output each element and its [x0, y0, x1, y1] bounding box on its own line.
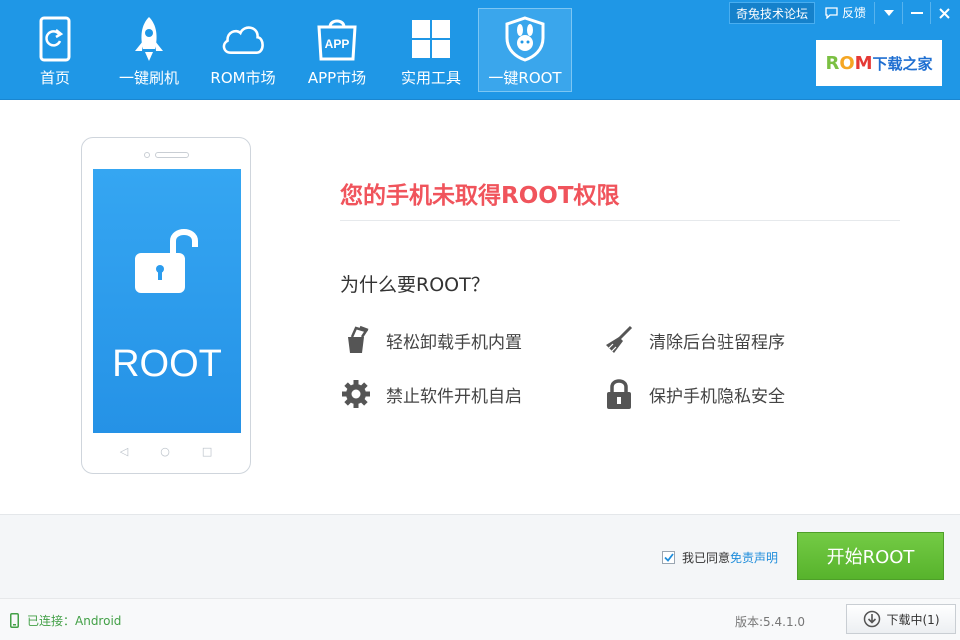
uninstall-icon	[340, 324, 372, 356]
brand-logo: R O M 下载之家	[816, 40, 942, 86]
download-icon	[863, 610, 880, 628]
why-root-heading: 为什么要ROOT？	[340, 274, 490, 296]
nav-item-tools[interactable]: 实用工具	[384, 8, 478, 92]
menu-dropdown-button[interactable]	[874, 2, 902, 24]
phone-camera	[144, 152, 150, 158]
window-controls: 奇兔技术论坛 反馈	[728, 2, 958, 24]
nav-label-flash: 一键刷机	[118, 69, 179, 87]
disclaimer-link[interactable]: 免责声明	[730, 549, 778, 566]
phone-screen-root-text: ROOT	[112, 343, 222, 385]
brand-logo-m: M	[854, 52, 873, 74]
feedback-button[interactable]: 反馈	[819, 2, 874, 24]
start-root-button[interactable]: 开始ROOT	[797, 532, 944, 580]
nav-label-home: 首页	[39, 69, 70, 87]
phone-connected-icon	[10, 613, 19, 628]
app-bag-icon: APP	[313, 15, 361, 63]
root-status-title: 您的手机未取得ROOT权限	[340, 183, 620, 209]
lock-icon	[603, 378, 635, 410]
feature-clean-background-label: 清除后台驻留程序	[649, 332, 785, 353]
rocket-icon	[125, 15, 173, 63]
chevron-down-icon	[883, 10, 894, 16]
checkmark-icon	[663, 553, 674, 562]
phone-illustration: ROOT ◁ ○ □	[81, 137, 251, 474]
feature-privacy: 保护手机隐私安全	[603, 378, 785, 410]
phone-speaker	[155, 152, 189, 158]
connection-status-text: 已连接：Android	[27, 614, 122, 628]
app-bag-icon-text: APP	[325, 37, 350, 51]
close-button[interactable]	[930, 2, 958, 24]
feature-privacy-label: 保护手机隐私安全	[649, 386, 785, 407]
phone-nav-keys: ◁ ○ □	[82, 445, 250, 459]
brand-logo-r: R	[825, 52, 840, 74]
minimize-icon	[910, 12, 923, 14]
feature-clean-background: 清除后台驻留程序	[603, 324, 785, 356]
feature-disable-autostart-label: 禁止软件开机自启	[386, 386, 522, 407]
nav-label-root: 一键ROOT	[488, 69, 562, 87]
divider	[340, 220, 900, 221]
agree-checkbox[interactable]	[662, 551, 675, 564]
status-bar: 已连接：Android 版本:5.4.1.0 下载中(1)	[0, 598, 960, 640]
brand-logo-o: O	[839, 52, 855, 74]
nav-label-app-market: APP市场	[307, 69, 367, 87]
action-bar: 我已同意 免责声明 开始ROOT	[0, 514, 960, 598]
nav-item-flash[interactable]: 一键刷机	[102, 8, 196, 92]
unlocked-padlock-icon	[135, 229, 198, 293]
feature-uninstall: 轻松卸载手机内置	[340, 324, 522, 356]
nav-label-rom-market: ROM市场	[210, 69, 276, 87]
nav-item-app-market[interactable]: APP APP市场	[290, 8, 384, 92]
recent-key-icon: □	[201, 445, 213, 458]
nav-item-home[interactable]: 首页	[8, 8, 102, 92]
main-nav: 首页 一键刷机 ROM市场 APP APP市场 实用工具 一键ROOT	[8, 8, 572, 92]
feedback-label: 反馈	[841, 6, 866, 20]
download-manager-button[interactable]: 下载中(1)	[846, 604, 956, 634]
nav-item-root[interactable]: 一键ROOT	[478, 8, 572, 92]
app-header: 首页 一键刷机 ROM市场 APP APP市场 实用工具 一键ROOT 奇兔技术…	[0, 0, 960, 100]
connection-status: 已连接：Android	[10, 612, 121, 629]
grid-tools-icon	[407, 15, 455, 63]
forum-link-button[interactable]: 奇兔技术论坛	[728, 2, 815, 24]
agreement-row: 我已同意 免责声明	[662, 549, 778, 566]
download-label: 下载中(1)	[886, 612, 940, 627]
minimize-button[interactable]	[902, 2, 930, 24]
home-key-icon: ○	[160, 445, 170, 458]
feedback-icon	[825, 7, 838, 19]
back-key-icon: ◁	[119, 445, 129, 458]
version-text: 版本:5.4.1.0	[735, 615, 806, 629]
nav-item-rom-market[interactable]: ROM市场	[196, 8, 290, 92]
feature-uninstall-label: 轻松卸载手机内置	[386, 332, 522, 353]
nav-label-tools: 实用工具	[400, 69, 461, 87]
cloud-icon	[219, 15, 267, 63]
root-shield-icon	[501, 15, 549, 63]
broom-icon	[603, 324, 635, 356]
close-icon	[939, 7, 950, 19]
home-icon	[31, 15, 79, 63]
phone-screen: ROOT	[93, 169, 241, 433]
phone-top-bar	[82, 148, 250, 158]
brand-logo-suffix: 下载之家	[872, 54, 933, 73]
agree-text: 我已同意	[682, 551, 731, 565]
feature-disable-autostart: 禁止软件开机自启	[340, 378, 522, 410]
gear-icon	[340, 378, 372, 410]
